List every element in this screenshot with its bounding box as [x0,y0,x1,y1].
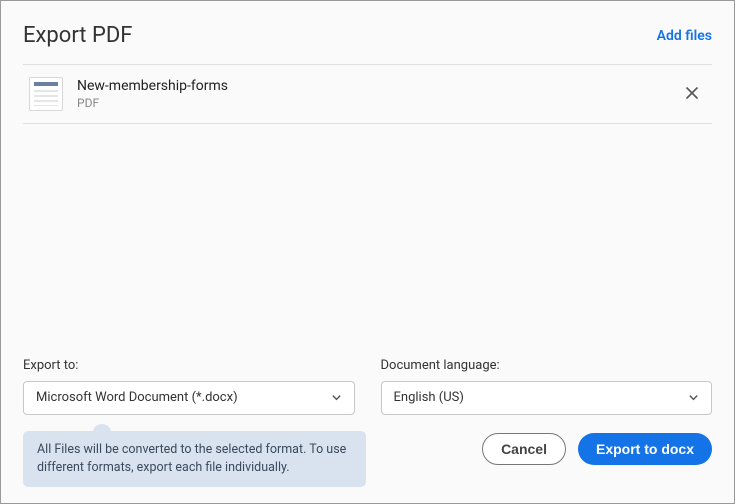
dialog-header: Export PDF Add files [1,1,734,64]
language-value: English (US) [394,390,464,405]
chevron-down-icon [331,388,342,407]
language-select[interactable]: English (US) [381,381,713,415]
file-name: New-membership-forms [77,78,678,94]
file-info: New-membership-forms PDF [77,78,678,110]
action-row: All Files will be converted to the selec… [23,429,712,487]
dialog-bottom: Export to: Microsoft Word Document (*.do… [1,358,734,503]
file-list: New-membership-forms PDF [23,64,712,124]
export-button[interactable]: Export to docx [578,433,712,465]
export-to-field: Export to: Microsoft Word Document (*.do… [23,358,355,415]
format-tooltip: All Files will be converted to the selec… [23,431,366,487]
file-row: New-membership-forms PDF [23,65,712,123]
language-field: Document language: English (US) [381,358,713,415]
export-to-value: Microsoft Word Document (*.docx) [36,390,238,405]
remove-file-button[interactable] [678,80,706,108]
chevron-down-icon [688,388,699,407]
dialog-title: Export PDF [23,23,132,48]
controls-row: Export to: Microsoft Word Document (*.do… [23,358,712,415]
close-icon [685,85,699,104]
export-to-select[interactable]: Microsoft Word Document (*.docx) [23,381,355,415]
file-type: PDF [77,96,678,110]
language-label: Document language: [381,358,713,373]
export-to-label: Export to: [23,358,355,373]
export-pdf-dialog: Export PDF Add files New-membership-form… [0,0,735,504]
cancel-button[interactable]: Cancel [482,433,566,465]
add-files-link[interactable]: Add files [657,28,712,44]
button-group: Cancel Export to docx [482,433,712,465]
file-thumbnail-icon [29,77,63,111]
